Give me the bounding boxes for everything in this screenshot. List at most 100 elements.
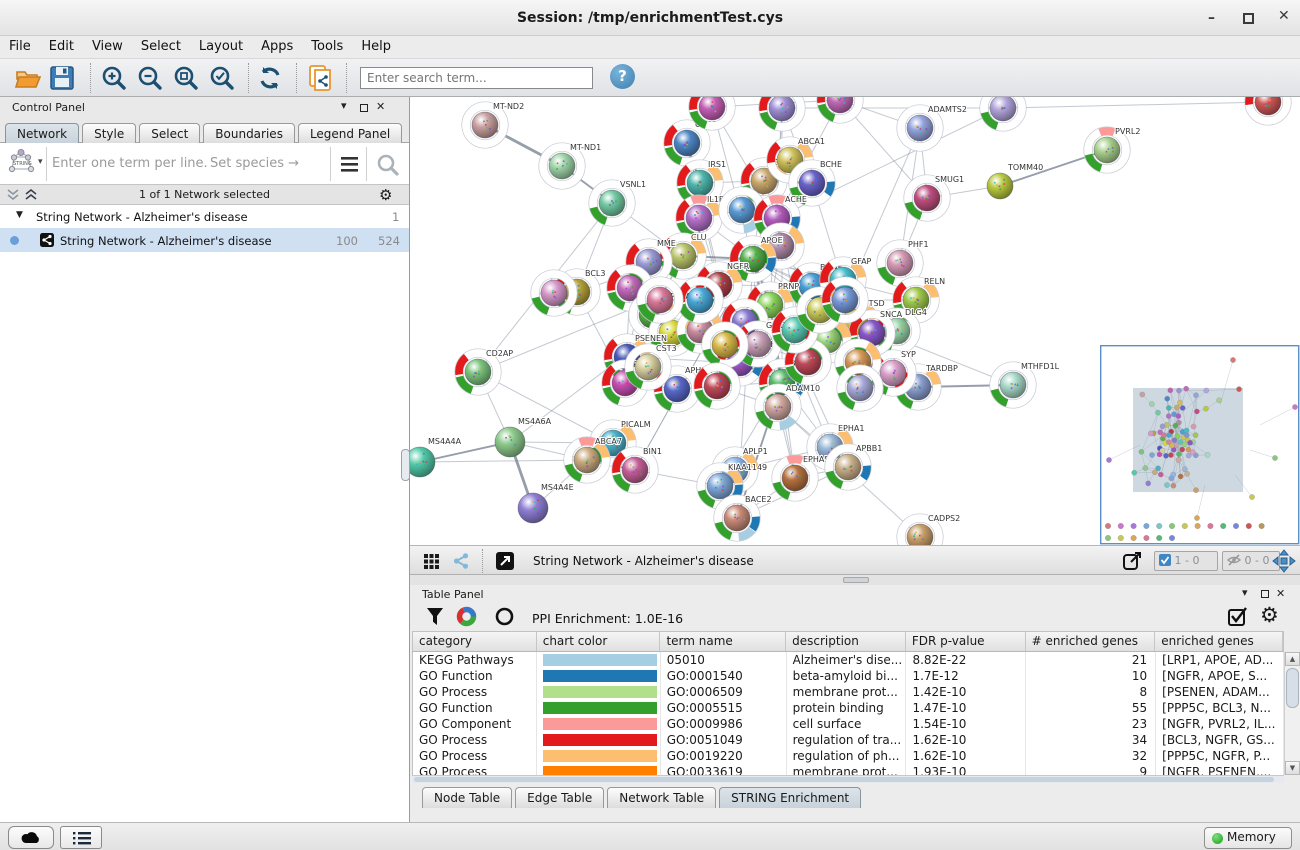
table-row[interactable]: KEGG Pathways05010Alzheimer's dise...8.8… bbox=[413, 652, 1284, 668]
collection-expander-icon[interactable]: ▼ bbox=[16, 210, 23, 220]
network-node[interactable]: BIN1 bbox=[612, 447, 662, 493]
table-row[interactable]: GO ProcessGO:0033619membrane prot...1.93… bbox=[413, 764, 1284, 775]
network-node[interactable] bbox=[702, 322, 748, 368]
string-logo-icon[interactable]: STRING bbox=[6, 149, 38, 179]
collapse-all-icon[interactable] bbox=[6, 189, 20, 201]
network-node[interactable] bbox=[694, 363, 740, 409]
network-node[interactable]: PVRL2 bbox=[1084, 127, 1141, 173]
menu-tools[interactable]: Tools bbox=[302, 36, 352, 54]
network-row-selected[interactable]: String Network - Alzheimer's disease 100… bbox=[0, 228, 409, 252]
network-canvas[interactable]: MT-ND2MT-ND1VSNL1GAB2ADAMTS2PVRL2TOMM40S… bbox=[410, 97, 1300, 545]
task-history-button[interactable] bbox=[60, 826, 102, 849]
save-session-icon[interactable] bbox=[48, 64, 76, 92]
select-columns-icon[interactable] bbox=[1228, 607, 1248, 627]
zoom-in-icon[interactable] bbox=[100, 64, 128, 92]
clone-network-icon[interactable] bbox=[306, 64, 334, 92]
network-node[interactable] bbox=[637, 277, 683, 323]
network-node[interactable]: SMUG1 bbox=[904, 175, 964, 221]
tab-string-enrichment[interactable]: STRING Enrichment bbox=[719, 787, 861, 808]
column-header-description[interactable]: description bbox=[786, 632, 906, 651]
network-node[interactable]: EPHA5 bbox=[772, 455, 830, 501]
tab-boundaries[interactable]: Boundaries bbox=[203, 123, 295, 144]
tab-network[interactable]: Network bbox=[5, 123, 79, 144]
enrichment-table[interactable]: KEGG Pathways05010Alzheimer's dise...8.8… bbox=[412, 652, 1284, 775]
network-node[interactable]: CD2AP bbox=[455, 349, 514, 395]
help-icon[interactable]: ? bbox=[610, 64, 635, 89]
column-header-term-name[interactable]: term name bbox=[660, 632, 786, 651]
network-node[interactable]: BACE2 bbox=[714, 495, 772, 541]
network-node[interactable] bbox=[980, 97, 1026, 131]
float-panel-icon[interactable] bbox=[360, 104, 368, 112]
column-header--enriched-genes[interactable]: # enriched genes bbox=[1026, 632, 1156, 651]
scroll-down-icon[interactable]: ▼ bbox=[1285, 761, 1300, 775]
splitter-handle[interactable] bbox=[401, 449, 410, 481]
network-node[interactable]: VSNL1 bbox=[589, 180, 646, 226]
menu-view[interactable]: View bbox=[83, 36, 132, 54]
network-options-gear-icon[interactable]: ⚙ bbox=[379, 186, 392, 204]
table-vertical-scrollbar[interactable]: ▲ ▼ bbox=[1284, 652, 1300, 775]
string-query-input[interactable]: Enter one term per line. bbox=[52, 156, 208, 171]
network-collection-row[interactable]: ▼ String Network - Alzheimer's disease 1 bbox=[0, 205, 409, 228]
close-button[interactable]: ✕ bbox=[1278, 8, 1290, 24]
tab-network-table[interactable]: Network Table bbox=[607, 787, 716, 808]
navigator-icon[interactable] bbox=[1272, 549, 1296, 573]
menu-edit[interactable]: Edit bbox=[40, 36, 83, 54]
ring-icon[interactable] bbox=[494, 606, 515, 627]
horizontal-splitter[interactable] bbox=[410, 575, 1300, 585]
network-node[interactable]: CADPS2 bbox=[897, 514, 960, 545]
table-column-header[interactable]: categorychart colorterm namedescriptionF… bbox=[412, 631, 1284, 652]
search-options-icon[interactable] bbox=[340, 155, 360, 173]
table-row[interactable]: GO FunctionGO:0005515protein binding1.47… bbox=[413, 700, 1284, 716]
set-species-hint[interactable]: Set species → bbox=[210, 156, 299, 171]
network-node[interactable]: APBB1 bbox=[825, 444, 883, 490]
column-header-enriched-genes[interactable]: enriched genes bbox=[1155, 632, 1283, 651]
network-node[interactable] bbox=[837, 365, 883, 411]
detach-view-icon[interactable] bbox=[496, 552, 514, 570]
maximize-button[interactable] bbox=[1243, 13, 1254, 24]
menu-select[interactable]: Select bbox=[132, 36, 190, 54]
network-node[interactable] bbox=[822, 277, 868, 323]
chevron-down-icon[interactable]: ▾ bbox=[38, 157, 43, 167]
network-node[interactable] bbox=[759, 97, 805, 131]
network-node[interactable] bbox=[1245, 97, 1291, 125]
share-view-icon[interactable] bbox=[452, 552, 470, 570]
table-row[interactable]: GO ProcessGO:0019220regulation of ph...1… bbox=[413, 748, 1284, 764]
column-header-FDR-p-value[interactable]: FDR p-value bbox=[906, 632, 1026, 651]
network-node[interactable] bbox=[677, 277, 723, 323]
expand-all-icon[interactable] bbox=[24, 189, 38, 201]
grid-view-icon[interactable] bbox=[424, 554, 439, 569]
open-session-icon[interactable] bbox=[14, 64, 42, 92]
scrollbar-thumb[interactable] bbox=[1286, 668, 1299, 708]
menu-help[interactable]: Help bbox=[352, 36, 400, 54]
network-node[interactable]: ADAM10 bbox=[755, 384, 820, 430]
network-node[interactable]: ADAMTS2 bbox=[897, 105, 967, 151]
menu-apps[interactable]: Apps bbox=[252, 36, 302, 54]
enrichment-settings-gear-icon[interactable]: ⚙ bbox=[1260, 603, 1279, 627]
network-node[interactable]: MTHFD1L bbox=[990, 362, 1060, 408]
close-panel-icon[interactable]: ✕ bbox=[376, 100, 385, 113]
tab-style[interactable]: Style bbox=[82, 123, 136, 144]
minimize-button[interactable]: – bbox=[1208, 10, 1215, 26]
export-network-icon[interactable] bbox=[1122, 550, 1144, 572]
menu-file[interactable]: File bbox=[0, 36, 40, 54]
network-node[interactable] bbox=[531, 270, 577, 316]
tab-legend-panel[interactable]: Legend Panel bbox=[298, 123, 402, 144]
search-input[interactable] bbox=[360, 67, 593, 89]
zoom-fit-icon[interactable] bbox=[172, 64, 200, 92]
zoom-out-icon[interactable] bbox=[136, 64, 164, 92]
network-overview[interactable] bbox=[1100, 345, 1299, 544]
splitter-grip[interactable] bbox=[843, 577, 869, 583]
table-horizontal-scrollbar[interactable] bbox=[412, 775, 1284, 783]
table-close-icon[interactable]: ✕ bbox=[1276, 587, 1285, 600]
column-header-category[interactable]: category bbox=[413, 632, 537, 651]
table-row[interactable]: GO ComponentGO:0009986cell surface1.54E-… bbox=[413, 716, 1284, 732]
chart-donut-icon[interactable] bbox=[456, 606, 477, 627]
cloud-button[interactable] bbox=[8, 826, 54, 849]
table-row[interactable]: GO ProcessGO:0006509membrane prot...1.42… bbox=[413, 684, 1284, 700]
network-node[interactable]: MS4A6A bbox=[495, 417, 552, 457]
network-node[interactable] bbox=[817, 97, 863, 123]
memory-button[interactable]: Memory bbox=[1204, 827, 1292, 849]
scroll-up-icon[interactable]: ▲ bbox=[1285, 652, 1300, 666]
table-row[interactable]: GO FunctionGO:0001540beta-amyloid bi...1… bbox=[413, 668, 1284, 684]
table-row[interactable]: GO ProcessGO:0051049regulation of tra...… bbox=[413, 732, 1284, 748]
